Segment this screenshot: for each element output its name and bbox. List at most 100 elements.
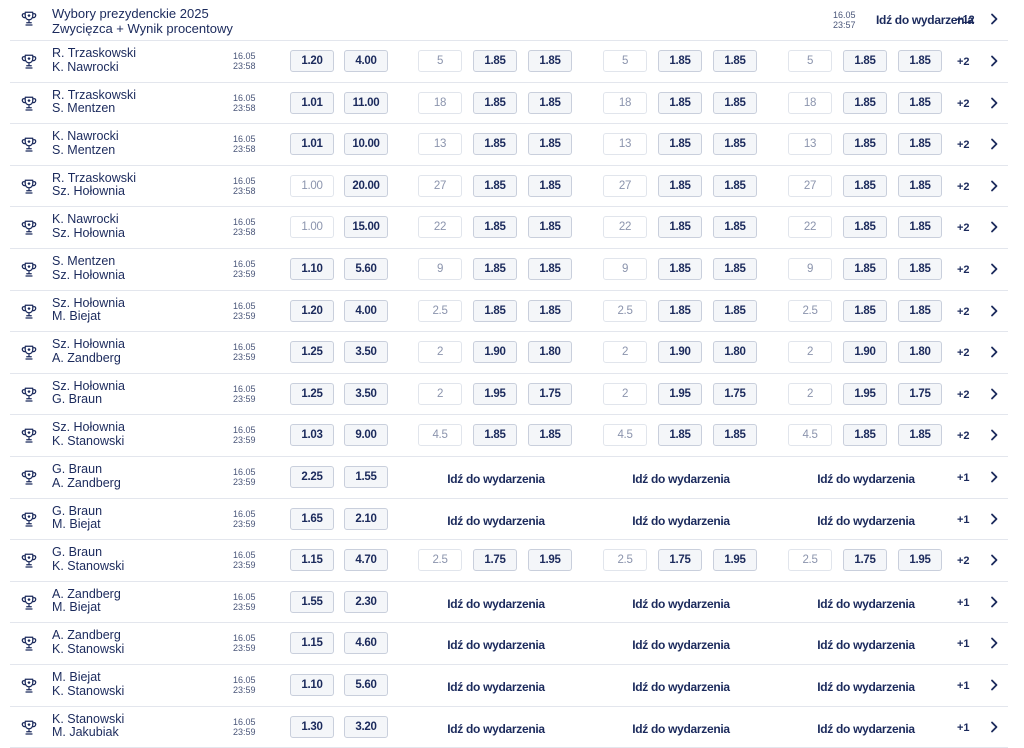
more-markets-count[interactable]: +1 <box>957 472 970 484</box>
line-value-button[interactable]: 4.5 <box>418 424 462 447</box>
line-value-button[interactable]: 4.5 <box>603 424 647 447</box>
event-row[interactable]: Sz. Hołownia A. Zandberg 16.05 23:59 1.25 3.5… <box>10 332 1008 374</box>
go-to-event-link[interactable]: Idź do wydarzenia <box>416 472 576 486</box>
odds-button-1[interactable]: 1.15 <box>290 549 334 572</box>
line-value-button[interactable]: 2 <box>603 382 647 405</box>
under-odds-button[interactable]: 1.95 <box>898 549 942 572</box>
odds-button-2[interactable]: 10.00 <box>344 133 388 156</box>
go-to-event-link[interactable]: Idź do wydarzenia <box>601 680 761 694</box>
line-value-button[interactable]: 5 <box>418 50 462 72</box>
over-odds-button[interactable]: 1.85 <box>658 299 702 322</box>
odds-button-2[interactable]: 9.00 <box>344 424 388 447</box>
go-to-event-link[interactable]: Idź do wydarzenia <box>416 597 576 611</box>
odds-button-2[interactable]: 3.50 <box>344 341 388 364</box>
under-odds-button[interactable]: 1.85 <box>713 133 757 156</box>
line-value-button[interactable]: 27 <box>418 174 462 197</box>
over-odds-button[interactable]: 1.85 <box>658 216 702 239</box>
over-odds-button[interactable]: 1.85 <box>473 91 517 114</box>
under-odds-button[interactable]: 1.95 <box>528 549 572 572</box>
under-odds-button[interactable]: 1.85 <box>898 50 942 72</box>
go-to-event-link[interactable]: Idź do wydarzenia <box>786 472 946 486</box>
chevron-right-icon[interactable] <box>987 636 1001 650</box>
line-value-button[interactable]: 22 <box>788 216 832 239</box>
under-odds-button[interactable]: 1.85 <box>528 258 572 280</box>
line-value-button[interactable]: 2.5 <box>788 549 832 572</box>
under-odds-button[interactable]: 1.85 <box>713 174 757 197</box>
more-markets-count[interactable]: +2 <box>957 555 970 567</box>
chevron-right-icon[interactable] <box>987 595 1001 609</box>
line-value-button[interactable]: 4.5 <box>788 424 832 447</box>
odds-button-1[interactable]: 1.55 <box>290 590 334 613</box>
over-odds-button[interactable]: 1.75 <box>473 549 517 572</box>
over-odds-button[interactable]: 1.85 <box>658 258 702 280</box>
odds-button-1[interactable]: 2.25 <box>290 466 334 488</box>
under-odds-button[interactable]: 1.75 <box>713 382 757 405</box>
more-markets-count[interactable]: +2 <box>957 347 970 359</box>
go-to-event-link[interactable]: Idź do wydarzenia <box>786 722 946 736</box>
more-markets-count[interactable]: +2 <box>957 181 970 193</box>
more-markets-count[interactable]: +2 <box>957 139 970 151</box>
chevron-right-icon[interactable] <box>987 678 1001 692</box>
under-odds-button[interactable]: 1.85 <box>528 424 572 447</box>
line-value-button[interactable]: 5 <box>788 50 832 72</box>
chevron-right-icon[interactable] <box>987 720 1001 734</box>
more-markets-count[interactable]: +2 <box>957 306 970 318</box>
over-odds-button[interactable]: 1.95 <box>843 382 887 405</box>
chevron-right-icon[interactable] <box>987 54 1001 68</box>
over-odds-button[interactable]: 1.85 <box>843 91 887 114</box>
line-value-button[interactable]: 18 <box>788 91 832 114</box>
more-markets-count[interactable]: +2 <box>957 264 970 276</box>
odds-button-1[interactable]: 1.20 <box>290 50 334 72</box>
chevron-right-icon[interactable] <box>987 345 1001 359</box>
under-odds-button[interactable]: 1.75 <box>528 382 572 405</box>
under-odds-button[interactable]: 1.85 <box>713 424 757 447</box>
over-odds-button[interactable]: 1.85 <box>658 424 702 447</box>
under-odds-button[interactable]: 1.85 <box>898 91 942 114</box>
over-odds-button[interactable]: 1.85 <box>658 174 702 197</box>
over-odds-button[interactable]: 1.85 <box>843 258 887 280</box>
event-row[interactable]: A. Zandberg M. Biejat 16.05 23:59 1.55 2.30 Id… <box>10 582 1008 624</box>
odds-button-2[interactable]: 3.20 <box>344 715 388 738</box>
go-to-event-link[interactable]: Idź do wydarzenia <box>416 514 576 528</box>
odds-button-1[interactable]: 1.10 <box>290 258 334 280</box>
under-odds-button[interactable]: 1.85 <box>528 50 572 72</box>
go-to-event-link[interactable]: Idź do wydarzenia <box>601 638 761 652</box>
event-row[interactable]: K. Nawrocki Sz. Hołownia 16.05 23:58 1.00 15.… <box>10 207 1008 249</box>
over-odds-button[interactable]: 1.95 <box>658 382 702 405</box>
chevron-right-icon[interactable] <box>987 96 1001 110</box>
under-odds-button[interactable]: 1.80 <box>713 341 757 364</box>
event-row[interactable]: R. Trzaskowski S. Mentzen 16.05 23:58 1.01 11… <box>10 83 1008 125</box>
chevron-right-icon[interactable] <box>987 220 1001 234</box>
event-row[interactable]: R. Trzaskowski K. Nawrocki 16.05 23:58 1.20 4… <box>10 41 1008 83</box>
go-to-event-link[interactable]: Idź do wydarzenia <box>786 597 946 611</box>
under-odds-button[interactable]: 1.85 <box>528 91 572 114</box>
line-value-button[interactable]: 27 <box>603 174 647 197</box>
line-value-button[interactable]: 9 <box>418 258 462 280</box>
under-odds-button[interactable]: 1.85 <box>898 299 942 322</box>
odds-button-2[interactable]: 15.00 <box>344 216 388 239</box>
odds-button-2[interactable]: 5.60 <box>344 674 388 696</box>
event-group-header[interactable]: Wybory prezydenckie 2025 Zwycięzca + Wyn… <box>10 0 1008 41</box>
under-odds-button[interactable]: 1.85 <box>898 258 942 280</box>
odds-button-1[interactable]: 1.10 <box>290 674 334 696</box>
line-value-button[interactable]: 2 <box>603 341 647 364</box>
odds-button-2[interactable]: 4.70 <box>344 549 388 572</box>
over-odds-button[interactable]: 1.95 <box>473 382 517 405</box>
chevron-right-icon[interactable] <box>987 137 1001 151</box>
under-odds-button[interactable]: 1.85 <box>713 91 757 114</box>
under-odds-button[interactable]: 1.85 <box>898 174 942 197</box>
chevron-right-icon[interactable] <box>987 304 1001 318</box>
go-to-event-link[interactable]: Idź do wydarzenia <box>786 638 946 652</box>
under-odds-button[interactable]: 1.85 <box>898 133 942 156</box>
over-odds-button[interactable]: 1.85 <box>473 424 517 447</box>
over-odds-button[interactable]: 1.85 <box>473 299 517 322</box>
over-odds-button[interactable]: 1.90 <box>843 341 887 364</box>
under-odds-button[interactable]: 1.80 <box>898 341 942 364</box>
odds-button-1[interactable]: 1.00 <box>290 216 334 239</box>
odds-button-2[interactable]: 2.30 <box>344 590 388 613</box>
under-odds-button[interactable]: 1.85 <box>898 424 942 447</box>
over-odds-button[interactable]: 1.85 <box>843 174 887 197</box>
odds-button-2[interactable]: 3.50 <box>344 382 388 405</box>
go-to-event-link[interactable]: Idź do wydarzenia <box>416 638 576 652</box>
line-value-button[interactable]: 2.5 <box>788 299 832 322</box>
